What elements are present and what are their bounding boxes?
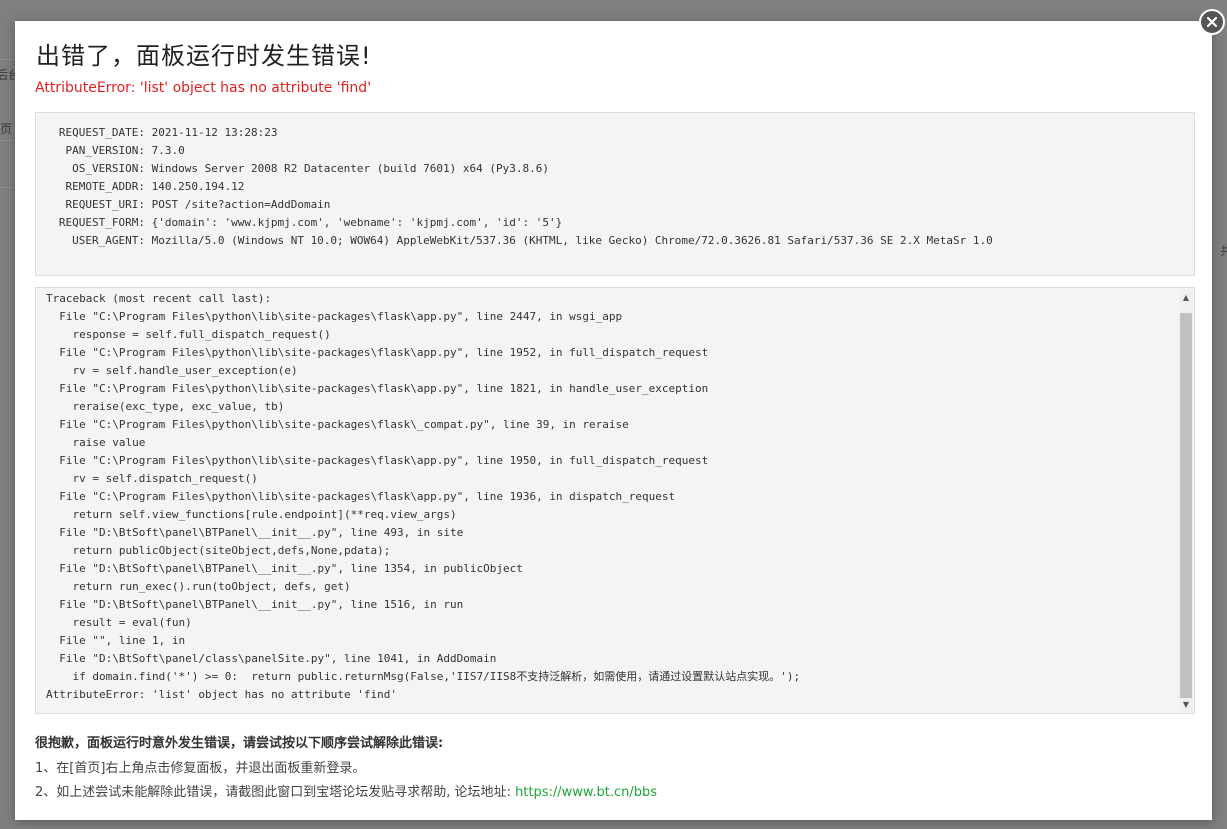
request-info-row: USER_AGENT: Mozilla/5.0 (Windows NT 10.0… bbox=[46, 232, 1184, 250]
traceback-line: File "C:\Program Files\python\lib\site-p… bbox=[46, 310, 623, 323]
scroll-up-arrow-icon[interactable]: ▲ bbox=[1179, 289, 1193, 305]
backdrop-divider bbox=[0, 187, 15, 188]
request-info-value: 140.250.194.12 bbox=[145, 180, 245, 193]
dialog-title: 出错了，面板运行时发生错误! bbox=[36, 42, 372, 70]
traceback-line: File "D:\BtSoft\panel\BTPanel\__init__.p… bbox=[46, 526, 464, 539]
help-heading: 很抱歉，面板运行时意外发生错误，请尝试按以下顺序尝试解除此错误: bbox=[35, 736, 444, 751]
traceback-line: AttributeError: 'list' object has no att… bbox=[46, 688, 397, 701]
traceback-line: File "C:\Program Files\python\lib\site-p… bbox=[46, 454, 709, 467]
backdrop-text: 页 bbox=[0, 122, 13, 136]
request-info-key: PAN_VERSION: bbox=[65, 144, 145, 157]
traceback-line: File "D:\BtSoft\panel\BTPanel\__init__.p… bbox=[46, 562, 523, 575]
traceback-scrollbar[interactable]: ▲ ▼ bbox=[1179, 289, 1193, 712]
traceback-panel[interactable]: Traceback (most recent call last): File … bbox=[35, 287, 1195, 714]
request-info-value: Mozilla/5.0 (Windows NT 10.0; WOW64) App… bbox=[145, 234, 993, 247]
error-dialog: 出错了，面板运行时发生错误! AttributeError: 'list' ob… bbox=[15, 21, 1212, 820]
error-summary: AttributeError: 'list' object has no att… bbox=[35, 80, 372, 96]
traceback-line: File "C:\Program Files\python\lib\site-p… bbox=[46, 346, 709, 359]
scroll-down-arrow-icon[interactable]: ▼ bbox=[1179, 696, 1193, 712]
traceback-line: return publicObject(siteObject,defs,None… bbox=[46, 544, 391, 557]
forum-link[interactable]: https://www.bt.cn/bbs bbox=[515, 785, 657, 800]
request-info-key: REQUEST_DATE: bbox=[58, 126, 145, 139]
traceback-line: result = eval(fun) bbox=[46, 616, 192, 629]
traceback-line: response = self.full_dispatch_request() bbox=[46, 328, 331, 341]
traceback-line: File "C:\Program Files\python\lib\site-p… bbox=[46, 490, 676, 503]
close-button[interactable] bbox=[1199, 9, 1225, 35]
request-info-row: REQUEST_DATE: 2021-11-12 13:28:23 bbox=[46, 124, 1184, 142]
help-step-2: 2、如上述尝试未能解除此错误，请截图此窗口到宝塔论坛发贴寻求帮助, 论坛地址: … bbox=[35, 781, 657, 800]
traceback-line: return run_exec().run(toObject, defs, ge… bbox=[46, 580, 351, 593]
help-step-2-text: 2、如上述尝试未能解除此错误，请截图此窗口到宝塔论坛发贴寻求帮助, 论坛地址: bbox=[35, 785, 516, 800]
request-info-key: OS_VERSION: bbox=[72, 162, 145, 175]
help-step-1: 1、在[首页]右上角点击修复面板，并退出面板重新登录。 bbox=[35, 761, 366, 776]
request-info-panel: REQUEST_DATE: 2021-11-12 13:28:23 PAN_VER… bbox=[35, 112, 1195, 276]
backdrop-divider bbox=[0, 59, 15, 60]
traceback-line: raise value bbox=[46, 436, 146, 449]
backdrop-divider bbox=[0, 140, 15, 141]
close-icon bbox=[1206, 16, 1218, 28]
request-info-value: Windows Server 2008 R2 Datacenter (build… bbox=[145, 162, 549, 175]
request-info-value: POST /site?action=AddDomain bbox=[145, 198, 331, 211]
request-info-key: REQUEST_URI: bbox=[65, 198, 145, 211]
request-info-key: USER_AGENT: bbox=[72, 234, 145, 247]
traceback-line: File "C:\Program Files\python\lib\site-p… bbox=[46, 382, 709, 395]
request-info-row: PAN_VERSION: 7.3.0 bbox=[46, 142, 1184, 160]
request-info-row: OS_VERSION: Windows Server 2008 R2 Datac… bbox=[46, 160, 1184, 178]
request-info-value: 2021-11-12 13:28:23 bbox=[145, 126, 278, 139]
request-info-value: {'domain': 'www.kjpmj.com', 'webname': '… bbox=[145, 216, 563, 229]
traceback-line: rv = self.dispatch_request() bbox=[46, 472, 258, 485]
request-info-row: REMOTE_ADDR: 140.250.194.12 bbox=[46, 178, 1184, 196]
traceback-line: rv = self.handle_user_exception(e) bbox=[46, 364, 298, 377]
traceback-line: reraise(exc_type, exc_value, tb) bbox=[46, 400, 285, 413]
request-info-key: REQUEST_FORM: bbox=[58, 216, 145, 229]
traceback-line: return self.view_functions[rule.endpoint… bbox=[46, 508, 457, 521]
traceback-content: Traceback (most recent call last): File … bbox=[46, 290, 1174, 704]
scrollbar-thumb[interactable] bbox=[1180, 313, 1192, 698]
request-info-value: 7.3.0 bbox=[145, 144, 185, 157]
request-info-row: REQUEST_FORM: {'domain': 'www.kjpmj.com'… bbox=[46, 214, 1184, 232]
traceback-line: File "", line 1, in bbox=[46, 634, 186, 647]
backdrop-text: 共 bbox=[1220, 244, 1227, 258]
traceback-line: File "C:\Program Files\python\lib\site-p… bbox=[46, 418, 629, 431]
request-info-key: REMOTE_ADDR: bbox=[65, 180, 145, 193]
traceback-line: Traceback (most recent call last): bbox=[46, 292, 272, 305]
traceback-line: File "D:\BtSoft\panel/class\panelSite.py… bbox=[46, 652, 497, 665]
request-info-row: REQUEST_URI: POST /site?action=AddDomain bbox=[46, 196, 1184, 214]
traceback-line: if domain.find('*') >= 0: return public.… bbox=[46, 670, 801, 683]
traceback-line: File "D:\BtSoft\panel\BTPanel\__init__.p… bbox=[46, 598, 464, 611]
